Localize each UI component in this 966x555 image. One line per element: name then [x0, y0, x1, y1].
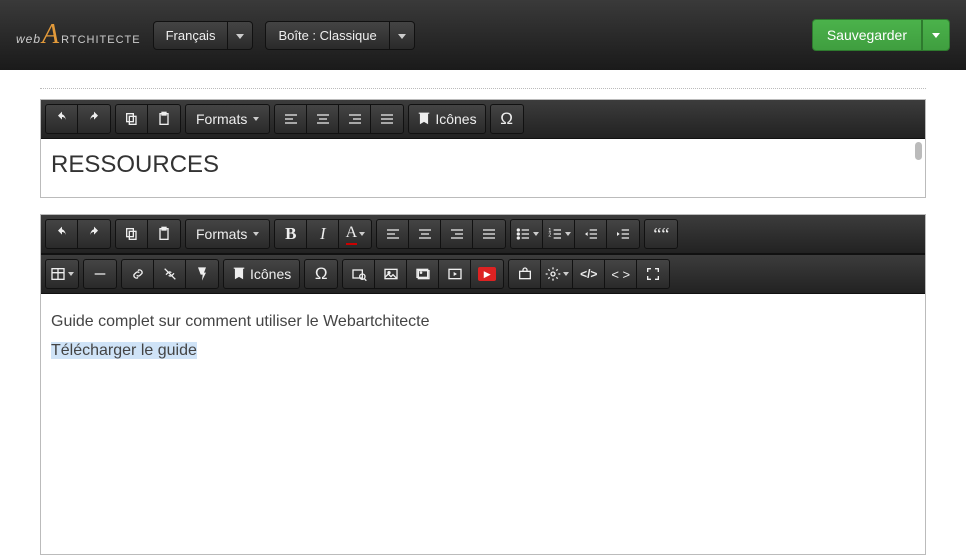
link-button[interactable] [122, 260, 154, 288]
caret-down-icon [932, 33, 940, 38]
title-editor: Formats Icônes Ω RESSOURCES [40, 99, 926, 198]
unlink-button[interactable] [154, 260, 186, 288]
redo-button[interactable] [78, 220, 110, 248]
caret-down-icon [563, 272, 569, 276]
caret-down-icon [359, 232, 365, 236]
caret-down-icon [253, 232, 259, 236]
align-justify-button[interactable] [473, 220, 505, 248]
align-center-button[interactable] [307, 105, 339, 133]
box-caret-button[interactable] [390, 21, 415, 50]
content-line: Guide complet sur comment utiliser le We… [51, 308, 915, 337]
icons-dropdown[interactable]: Icônes [409, 105, 484, 133]
bold-button[interactable]: B [275, 220, 307, 248]
fullscreen-button[interactable] [637, 260, 669, 288]
divider [40, 88, 926, 89]
copy-button[interactable] [116, 105, 148, 133]
align-left-button[interactable] [275, 105, 307, 133]
copy-button[interactable] [116, 220, 148, 248]
youtube-button[interactable]: ▶ [471, 260, 503, 288]
language-button[interactable]: Français [153, 21, 229, 50]
align-right-button[interactable] [441, 220, 473, 248]
video-button[interactable] [439, 260, 471, 288]
align-justify-button[interactable] [371, 105, 403, 133]
title-toolbar: Formats Icônes Ω [41, 100, 925, 139]
image-button[interactable] [375, 260, 407, 288]
icons-dropdown[interactable]: Icônes [224, 260, 299, 288]
save-button[interactable]: Sauvegarder [812, 19, 922, 51]
save-caret-button[interactable] [922, 19, 950, 51]
formats-dropdown[interactable]: Formats [186, 220, 269, 248]
language-selector: Français [153, 21, 254, 50]
undo-button[interactable] [46, 220, 78, 248]
caret-down-icon [236, 34, 244, 39]
box-button[interactable]: Boîte : Classique [265, 21, 389, 50]
blockquote-button[interactable]: ““ [645, 220, 677, 248]
language-caret-button[interactable] [228, 21, 253, 50]
logo: webARTCHITECTE [16, 19, 141, 51]
caret-down-icon [565, 232, 571, 236]
numbered-list-button[interactable]: 12 [543, 220, 575, 248]
save-group: Sauvegarder [812, 19, 950, 51]
svg-text:2: 2 [548, 233, 551, 239]
caret-down-icon [253, 117, 259, 121]
redo-button[interactable] [78, 105, 110, 133]
box-selector: Boîte : Classique [265, 21, 414, 50]
body-toolbar-row1: Formats B I A 12 ““ [41, 215, 925, 254]
hr-button[interactable] [84, 260, 116, 288]
body-toolbar-row2: Icônes Ω ▶ </> < > [41, 254, 925, 294]
special-char-button[interactable]: Ω [491, 105, 523, 133]
toolbox-button[interactable] [509, 260, 541, 288]
body-content-area[interactable]: Guide complet sur comment utiliser le We… [41, 294, 925, 554]
caret-down-icon [398, 34, 406, 39]
caret-down-icon [533, 232, 539, 236]
caret-down-icon [68, 272, 74, 276]
italic-button[interactable]: I [307, 220, 339, 248]
indent-button[interactable] [607, 220, 639, 248]
scrollbar-thumb[interactable] [915, 142, 922, 160]
content-line-selected: Télécharger le guide [51, 337, 915, 366]
youtube-icon: ▶ [478, 267, 496, 281]
code-button[interactable]: < > [605, 260, 637, 288]
bullet-list-button[interactable] [511, 220, 543, 248]
anchor-button[interactable] [186, 260, 218, 288]
undo-button[interactable] [46, 105, 78, 133]
body-editor: Formats B I A 12 ““ [40, 214, 926, 555]
outdent-button[interactable] [575, 220, 607, 248]
table-button[interactable] [46, 260, 78, 288]
source-code-button[interactable]: </> [573, 260, 605, 288]
align-left-button[interactable] [377, 220, 409, 248]
top-bar: webARTCHITECTE Français Boîte : Classiqu… [0, 0, 966, 70]
gallery-button[interactable] [407, 260, 439, 288]
paste-button[interactable] [148, 105, 180, 133]
text-color-button[interactable]: A [339, 220, 371, 248]
special-char-button[interactable]: Ω [305, 260, 337, 288]
title-content-area[interactable]: RESSOURCES [41, 139, 925, 197]
paste-button[interactable] [148, 220, 180, 248]
align-center-button[interactable] [409, 220, 441, 248]
align-right-button[interactable] [339, 105, 371, 133]
find-replace-button[interactable] [343, 260, 375, 288]
settings-button[interactable] [541, 260, 573, 288]
title-text: RESSOURCES [51, 151, 915, 179]
formats-dropdown[interactable]: Formats [186, 105, 269, 133]
